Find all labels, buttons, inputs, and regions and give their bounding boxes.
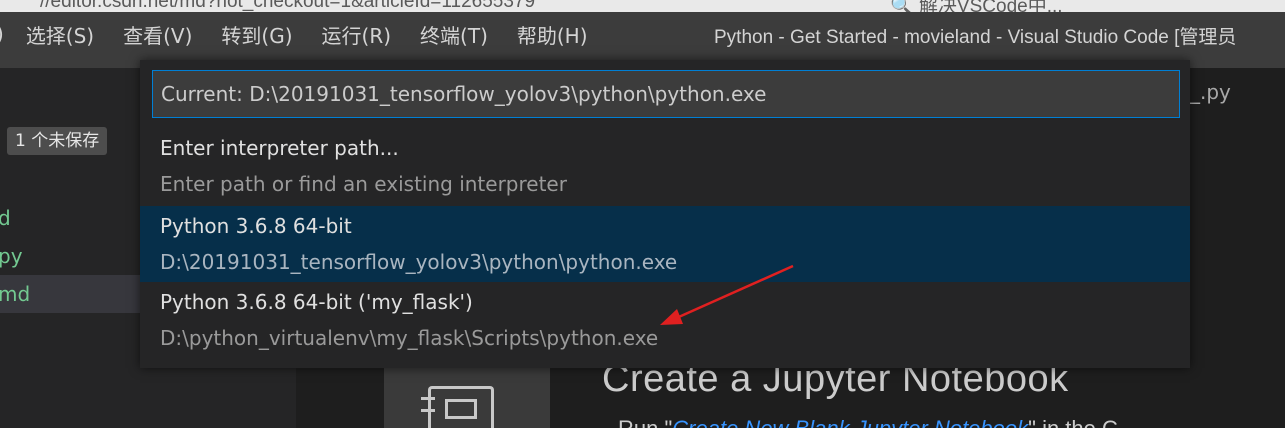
- menu-item-help[interactable]: 帮助(H): [517, 20, 588, 49]
- interpreter-quick-pick: Enter interpreter path... Enter path or …: [140, 60, 1190, 368]
- menu-item-terminal[interactable]: 终端(T): [420, 20, 488, 49]
- quick-pick-item-label: Python 3.6.8 64-bit: [160, 214, 352, 238]
- quick-pick-item-python-368[interactable]: Python 3.6.8 64-bit D:\20191031_tensorfl…: [140, 206, 1190, 282]
- welcome-subline-suffix: " in the C: [1028, 416, 1118, 428]
- file-label: d: [0, 206, 11, 230]
- quick-pick-item-python-my-flask[interactable]: Python 3.6.8 64-bit ('my_flask') D:\pyth…: [140, 282, 1190, 358]
- menu-item-fragment[interactable]: ): [0, 22, 4, 46]
- welcome-subline-prefix: Run ": [618, 416, 672, 428]
- quick-pick-item-detail: D:\python_virtualenv\my_flask\Scripts\py…: [160, 326, 659, 350]
- quick-pick-item-detail: D:\20191031_tensorflow_yolov3\python\pyt…: [160, 250, 678, 274]
- create-notebook-link[interactable]: Create New Blank Jupyter Notebook: [672, 416, 1028, 428]
- title-bar: //editor.csdn.net/md?not_checkout=1&arti…: [0, 0, 1285, 68]
- notebook-icon: [421, 386, 494, 428]
- menu-item-go[interactable]: 转到(G): [221, 20, 292, 49]
- file-label: md: [0, 282, 31, 306]
- interpreter-search-input[interactable]: [152, 70, 1180, 118]
- menu-item-selection[interactable]: 选择(S): [26, 20, 94, 49]
- browser-url-ghost: //editor.csdn.net/md?not_checkout=1&arti…: [40, 0, 536, 12]
- browser-tab-ghost: 🔍 解决VSCode中...: [890, 0, 1063, 12]
- quick-pick-item-enter-path[interactable]: Enter interpreter path... Enter path or …: [140, 128, 1190, 204]
- quick-pick-item-label: Enter interpreter path...: [160, 136, 399, 160]
- quick-pick-item-detail: Enter path or find an existing interpret…: [160, 172, 567, 196]
- quick-pick-item-label: Python 3.6.8 64-bit ('my_flask'): [160, 290, 473, 314]
- welcome-subline: Run "Create New Blank Jupyter Notebook" …: [618, 416, 1118, 428]
- editor-tab[interactable]: _.py: [1190, 80, 1231, 104]
- file-label: py: [0, 244, 23, 268]
- unsaved-count-badge: 1 个未保存: [7, 127, 108, 155]
- menu-item-view[interactable]: 查看(V): [123, 20, 192, 49]
- menu-bar: ) 选择(S) 查看(V) 转到(G) 运行(R) 终端(T) 帮助(H): [0, 12, 617, 56]
- browser-strip: //editor.csdn.net/md?not_checkout=1&arti…: [0, 0, 1285, 12]
- menu-item-run[interactable]: 运行(R): [322, 20, 392, 49]
- window-title: Python - Get Started - movieland - Visua…: [714, 27, 1237, 48]
